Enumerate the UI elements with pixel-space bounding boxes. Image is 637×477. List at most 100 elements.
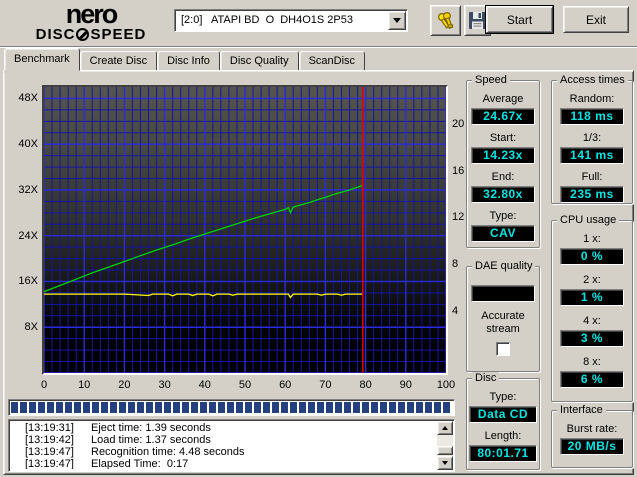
cpu-8x-label: 8 x: <box>552 356 632 369</box>
cpu-usage-group-title: CPU usage <box>557 214 619 226</box>
tab-disc-info[interactable]: Disc Info <box>157 51 220 71</box>
log-entry-text: Recognition time: 4.48 seconds <box>91 446 244 458</box>
cpu-8x-value: 6 % <box>560 371 624 388</box>
arrow-down-icon <box>442 461 448 465</box>
x-axis-tick-label: 100 <box>435 379 457 391</box>
disc-group: Disc Type: Data CD Length: 80:01.71 <box>466 378 540 470</box>
speed-group: Speed Average 24.67x Start: 14.23x End: … <box>466 80 540 248</box>
speed-type-value: CAV <box>471 225 535 242</box>
speed-average-value: 24.67x <box>471 108 535 125</box>
cpu-2x-label: 2 x: <box>552 274 632 287</box>
tab-benchmark[interactable]: Benchmark <box>4 48 80 71</box>
x-axis-tick-label: 80 <box>355 379 377 391</box>
x-axis-tick-label: 60 <box>274 379 296 391</box>
logo-discspeed-text: DISC SPEED <box>16 27 166 42</box>
speed-type-label: Type: <box>467 210 539 223</box>
disc-type-label: Type: <box>467 391 539 404</box>
y-axis-left-tick-label: 24X <box>4 230 38 242</box>
save-icon <box>468 11 487 30</box>
log-entry-time: [13:19:47] <box>25 458 91 469</box>
x-axis-tick-label: 30 <box>154 379 176 391</box>
accurate-stream-label-line1: Accurate <box>467 310 539 323</box>
tab-create-disc[interactable]: Create Disc <box>80 51 157 71</box>
drive-selector[interactable]: [2:0] ATAPI BD O DH4O1S 2P53 <box>174 9 408 32</box>
log-entry: [13:19:31]Eject time: 1.39 seconds <box>11 422 436 434</box>
log-entry-text: Load time: 1.37 seconds <box>91 434 211 446</box>
dae-quality-group-title: DAE quality <box>472 260 535 272</box>
log-list: [13:19:31]Eject time: 1.39 seconds[13:19… <box>11 422 436 469</box>
access-random-value: 118 ms <box>560 108 624 125</box>
drive-selector-dropdown-button[interactable] <box>388 11 406 30</box>
x-axis-tick-label: 90 <box>395 379 417 391</box>
tab-scandisc[interactable]: ScanDisc <box>299 51 365 71</box>
exit-button[interactable]: Exit <box>563 6 629 33</box>
disc-icon <box>76 28 89 41</box>
cpu-usage-group: CPU usage 1 x: 0 % 2 x: 1 % 4 x: 3 % 8 x… <box>551 220 633 402</box>
x-axis-tick-label: 10 <box>73 379 95 391</box>
speed-end-label: End: <box>467 171 539 184</box>
speed-start-value: 14.23x <box>471 147 535 164</box>
scrollbar-thumb[interactable] <box>437 446 453 455</box>
progress-bar <box>8 399 455 416</box>
chart-plot-area <box>44 87 446 373</box>
log-entry-text: Elapsed Time: 0:17 <box>91 458 188 469</box>
dae-quality-group: DAE quality Accurate stream <box>466 266 540 372</box>
burst-rate-label: Burst rate: <box>552 423 632 436</box>
cpu-4x-value: 3 % <box>560 330 624 347</box>
cpu-1x-label: 1 x: <box>552 233 632 246</box>
y-axis-left-tick-label: 32X <box>4 184 38 196</box>
scroll-down-button[interactable] <box>437 456 453 470</box>
disc-length-value: 80:01.71 <box>469 445 537 462</box>
cpu-1x-value: 0 % <box>560 248 624 265</box>
app-logo: nero DISC SPEED <box>16 1 166 42</box>
y-axis-left-tick-label: 40X <box>4 138 38 150</box>
x-axis-tick-label: 50 <box>234 379 256 391</box>
disc-group-title: Disc <box>472 372 499 384</box>
x-axis-tick-label: 20 <box>113 379 135 391</box>
log-entry: [13:19:47]Elapsed Time: 0:17 <box>11 458 436 469</box>
access-random-label: Random: <box>552 93 632 106</box>
progress-bar-fill <box>11 402 452 413</box>
log-entry-time: [13:19:47] <box>25 446 91 458</box>
tab-disc-quality[interactable]: Disc Quality <box>220 51 299 71</box>
disc-length-label: Length: <box>467 430 539 443</box>
cpu-4x-label: 4 x: <box>552 315 632 328</box>
access-times-group: Access times Random: 118 ms 1/3: 141 ms … <box>551 80 633 204</box>
cpu-2x-value: 1 % <box>560 289 624 306</box>
x-axis-tick-label: 70 <box>314 379 336 391</box>
drive-selector-value: [2:0] ATAPI BD O DH4O1S 2P53 <box>181 14 385 26</box>
access-third-label: 1/3: <box>552 132 632 145</box>
accurate-stream-label-line2: stream <box>467 323 539 336</box>
log-entry-text: Eject time: 1.39 seconds <box>91 422 211 434</box>
start-button[interactable]: Start <box>486 6 553 33</box>
speed-group-title: Speed <box>472 74 510 86</box>
accurate-stream-checkbox[interactable] <box>496 342 510 356</box>
y-axis-left-tick-label: 8X <box>4 321 38 333</box>
access-full-label: Full: <box>552 171 632 184</box>
disc-type-value: Data CD <box>469 406 537 423</box>
log-scrollbar[interactable] <box>437 421 453 470</box>
options-button[interactable] <box>430 5 461 36</box>
log-listbox[interactable]: [13:19:31]Eject time: 1.39 seconds[13:19… <box>8 419 455 472</box>
speed-average-label: Average <box>467 93 539 106</box>
scroll-up-button[interactable] <box>437 421 453 435</box>
interface-group: Interface Burst rate: 20 MB/s <box>551 410 633 468</box>
log-entry-time: [13:19:31] <box>25 422 91 434</box>
access-times-group-title: Access times <box>557 74 628 86</box>
log-entry-time: [13:19:42] <box>25 434 91 446</box>
burst-rate-value: 20 MB/s <box>560 438 624 455</box>
chevron-down-icon <box>393 18 401 23</box>
speed-end-value: 32.80x <box>471 186 535 203</box>
benchmark-chart <box>42 85 448 375</box>
y-axis-left-tick-label: 16X <box>4 275 38 287</box>
x-axis-tick-label: 0 <box>33 379 55 391</box>
y-axis-left-tick-label: 48X <box>4 92 38 104</box>
keys-icon <box>435 10 457 32</box>
chart-svg <box>44 87 446 373</box>
access-third-value: 141 ms <box>560 147 624 164</box>
interface-group-title: Interface <box>557 404 606 416</box>
dae-quality-value <box>471 285 535 302</box>
log-entry: [13:19:47]Recognition time: 4.48 seconds <box>11 446 436 458</box>
logo-nero-text: nero <box>16 1 166 27</box>
arrow-up-icon <box>442 426 448 430</box>
